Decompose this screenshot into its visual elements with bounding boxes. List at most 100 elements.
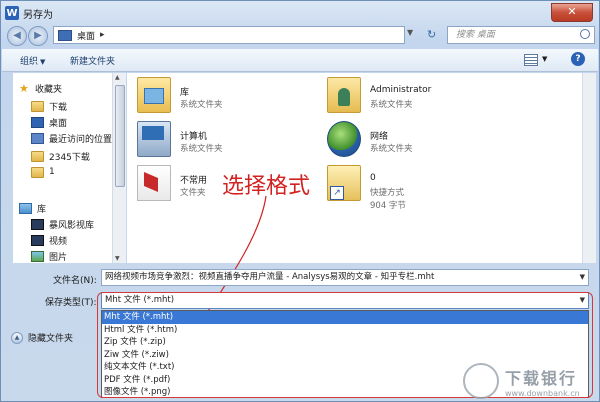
nav-item[interactable]: 桌面 [31,115,67,129]
save-as-dialog: W 另存为 ✕ ◀ ▶ 桌面 ▸ ▼ ↻ 搜索 桌面 组织 ▼ 新建文件夹 ▼ ?… [0,0,600,402]
file-item-type: 系统文件夹 [370,100,413,110]
forward-button[interactable]: ▶ [28,26,48,46]
desktop-icon [58,29,72,41]
nav-item-label: 下载 [49,102,68,113]
download-folder-icon [31,100,44,112]
watermark-en: www.downbank.cn [505,388,580,398]
recent-places-icon [31,132,44,144]
filename-label: 文件名(N): [53,276,97,286]
address-history-dropdown[interactable]: ▼ [407,28,413,37]
address-row: ◀ ▶ 桌面 ▸ ▼ ↻ 搜索 桌面 [7,25,595,47]
nav-item[interactable]: 下载 [31,99,67,113]
file-item[interactable]: 网络 系统文件夹 [317,119,467,159]
save-type-value[interactable]: Mht 文件 (*.mht) [105,295,174,305]
organize-menu[interactable]: 组织 ▼ [20,54,45,67]
file-item-name: 库 [180,88,190,98]
star-icon: ★ [19,81,29,95]
refresh-icon[interactable]: ↻ [427,28,436,41]
watermark-cn: 下载银行 [505,368,578,388]
chevron-down-icon[interactable]: ▼ [580,293,585,308]
scroll-up-icon[interactable]: ▲ [115,74,120,81]
navigation-pane: ★ 收藏夹下载桌面最近访问的位置 2345下载 1 库暴风影视库视频图片 [13,73,124,263]
nav-item-label: 1 [49,167,55,177]
file-item-type: 系统文件夹 [180,100,223,110]
new-folder-button[interactable]: 新建文件夹 [70,54,115,67]
filename-dropdown-icon[interactable]: ▼ [580,270,585,285]
file-item[interactable]: Administrator 系统文件夹 [317,75,467,115]
watermark-logo-icon [463,363,499,399]
file-item-type: 系统文件夹 [370,144,413,154]
title-bar: W 另存为 [5,4,53,22]
search-icon [580,29,590,39]
nav-item-label: 桌面 [49,118,68,129]
video-icon [31,234,44,246]
library-icon [137,77,171,113]
nav-item[interactable]: 1 [31,165,55,179]
dialog-title: 另存为 [23,9,53,21]
computer-icon [137,121,171,157]
wps-writer-icon: W [5,6,19,20]
navigation-scrollbar[interactable]: ▲ ▼ [112,73,126,263]
view-dropdown-icon[interactable]: ▼ [542,55,547,63]
shortcut-icon [327,165,361,201]
desktop-icon [31,116,44,128]
watermark: 下载银行 www.downbank.cn [463,363,580,399]
breadcrumb-chevron-icon[interactable]: ▸ [100,30,105,40]
pictures-icon [31,250,44,262]
nav-item-label: 2345下载 [49,152,90,163]
chevron-down-icon: ▼ [40,58,46,66]
save-type-label: 保存类型(T): [45,298,97,308]
scroll-down-icon[interactable]: ▼ [115,255,120,262]
nav-item[interactable]: ★ 收藏夹 [19,81,62,95]
nav-item-label: 库 [37,204,47,215]
nav-item-label: 图片 [49,252,68,263]
nav-item-label: 收藏夹 [35,84,63,95]
save-type-option[interactable]: Html 文件 (*.htm) [102,324,588,337]
close-button[interactable]: ✕ [551,3,593,22]
nav-item-label: 暴风影视库 [49,220,95,231]
address-location[interactable]: 桌面 [77,29,95,42]
collapse-icon: ▲ [11,331,23,344]
file-item[interactable]: 计算机 系统文件夹 [127,119,277,159]
nav-item[interactable]: 暴风影视库 [31,217,94,231]
hide-folders-button[interactable]: ▲ 隐藏文件夹 [11,331,73,344]
library-icon [19,202,32,214]
nav-item-label: 最近访问的位置 [49,134,113,145]
file-list-scrollbar[interactable] [582,73,596,263]
help-icon[interactable]: ? [571,52,585,66]
nav-item[interactable]: 图片 [31,249,67,263]
save-type-option[interactable]: Zip 文件 (*.zip) [102,336,588,349]
toolbar: 组织 ▼ 新建文件夹 ▼ ? [2,49,598,72]
view-options-icon[interactable] [524,54,538,66]
file-item-type: 系统文件夹 [180,144,223,154]
search-input[interactable]: 搜索 桌面 [447,26,595,44]
folder-icon [31,150,44,162]
search-placeholder: 搜索 桌面 [456,30,495,40]
save-type-option[interactable]: Ziw 文件 (*.ziw) [102,349,588,362]
save-type-select[interactable]: Mht 文件 (*.mht) ▼ [101,292,589,309]
file-item-name: 网络 [370,132,389,142]
nav-item-label: 视频 [49,236,68,247]
back-button[interactable]: ◀ [7,26,27,46]
filename-value[interactable]: 网络视频市场竞争激烈：视频直播争夺用户流量 - Analysys易观的文章 - … [105,272,434,282]
user-folder-icon [327,77,361,113]
file-item[interactable]: 0 快捷方式 904 字节 [317,163,467,211]
folder-icon [31,166,44,178]
file-item-type: 快捷方式 [370,188,405,198]
address-bar[interactable]: 桌面 ▸ [53,26,405,44]
file-item[interactable]: 库系统文件夹 [127,75,277,115]
filename-input[interactable]: 网络视频市场竞争激烈：视频直播争夺用户流量 - Analysys易观的文章 - … [101,269,589,286]
nav-item[interactable]: 库 [19,201,46,215]
file-item-name: 0 [370,173,376,183]
nav-item[interactable]: 最近访问的位置 [31,131,112,145]
hide-folders-label: 隐藏文件夹 [28,334,74,344]
network-icon [327,121,361,157]
file-item-name: 不常用 [180,176,208,186]
scroll-thumb[interactable] [115,85,125,187]
save-type-option[interactable]: Mht 文件 (*.mht) [102,311,588,324]
nav-item[interactable]: 视频 [31,233,67,247]
file-item-size: 904 字节 [370,201,406,211]
nav-item[interactable]: 2345下载 [31,149,90,163]
file-item-name: Administrator [370,85,432,95]
file-item-name: 计算机 [180,132,208,142]
